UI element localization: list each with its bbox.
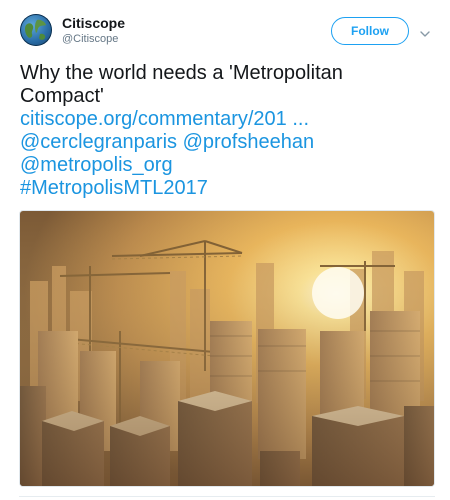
avatar[interactable] <box>20 14 52 46</box>
tweet-text: Why the world needs a 'Metropolitan Comp… <box>20 62 435 200</box>
tweet-media-image[interactable] <box>19 210 435 487</box>
article-link[interactable]: citiscope.org/commentary/201 ... <box>20 108 435 131</box>
follow-button[interactable]: Follow <box>331 17 409 45</box>
tweet-text-line: Compact' <box>20 85 104 107</box>
hashtag-link[interactable]: #MetropolisMTL2017 <box>20 177 435 200</box>
city-skyline-photo <box>20 211 434 486</box>
tweet-text-line: Why the world needs a 'Metropolitan <box>20 62 343 84</box>
account-name[interactable]: Citiscope <box>62 15 125 31</box>
account-handle[interactable]: @Citiscope <box>62 33 118 45</box>
tweet-card: Citiscope @Citiscope Follow Why the worl… <box>0 0 450 500</box>
mention-link[interactable]: @metropolis_org <box>20 154 435 177</box>
divider <box>19 496 435 497</box>
chevron-down-icon[interactable] <box>420 26 430 37</box>
globe-icon <box>20 14 52 46</box>
mentions-link[interactable]: @cerclegranparis @profsheehan <box>20 131 435 154</box>
